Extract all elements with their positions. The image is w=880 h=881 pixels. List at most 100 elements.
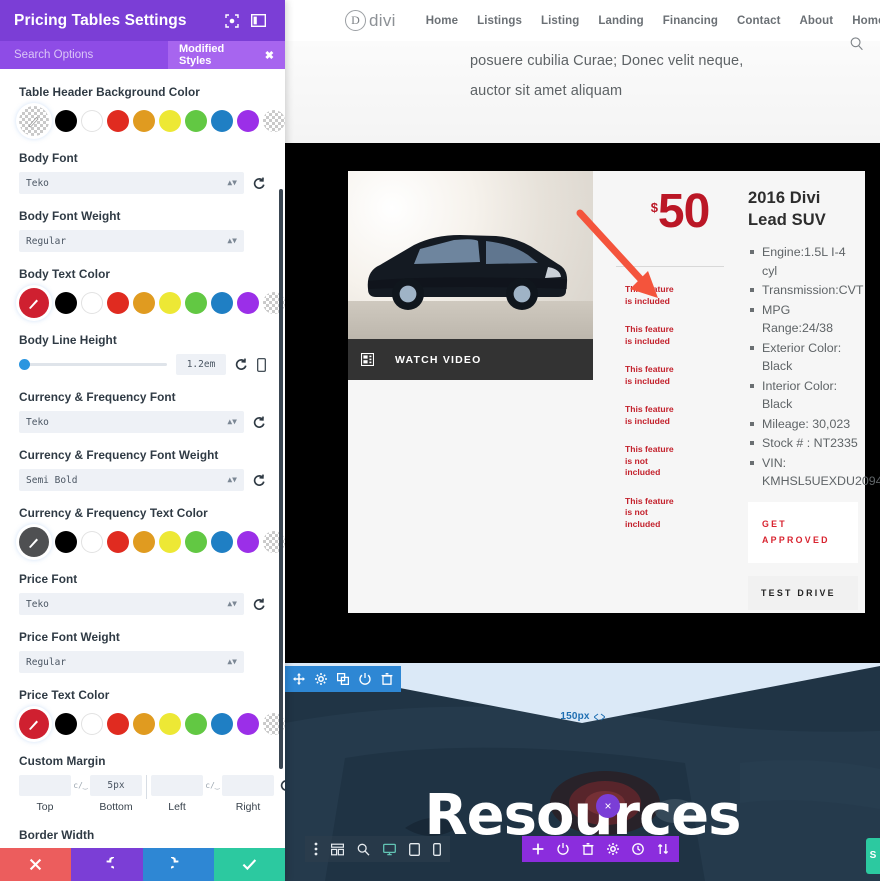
margin-bottom-input[interactable]: 5px [90,775,142,796]
undo-button[interactable] [71,848,143,881]
modified-styles-chip[interactable]: Modified Styles ✖ [168,41,285,69]
save-button[interactable] [213,848,285,881]
nav-item-contact[interactable]: Contact [737,15,781,27]
panel-scrollbar[interactable] [279,189,283,769]
link-values-icon[interactable]: c/‿ [71,775,90,796]
panel-footer[interactable] [0,848,285,881]
swatch-red[interactable] [107,110,129,132]
nav-item-financing[interactable]: Financing [663,15,718,27]
swatch-black[interactable] [55,531,77,553]
swatch-blue[interactable] [211,531,233,553]
close-icon[interactable]: ✖ [265,49,274,62]
nav-item-home[interactable]: Home [426,15,458,27]
trash-icon[interactable] [381,673,393,685]
swatch-purple[interactable] [237,531,259,553]
swatch-green[interactable] [185,531,207,553]
module-toolbar[interactable] [522,836,679,862]
swatch-purple[interactable] [237,110,259,132]
move-icon[interactable] [293,673,305,685]
duplicate-icon[interactable] [337,673,349,685]
reset-icon[interactable] [235,358,248,371]
swatch-white[interactable] [81,713,103,735]
swatch-orange[interactable] [133,713,155,735]
reset-icon[interactable] [253,474,266,487]
reset-icon[interactable] [280,779,285,792]
tablet-icon[interactable] [409,842,420,856]
color-swatch-row[interactable] [19,709,285,739]
body-line-height-slider[interactable] [19,359,167,370]
link-values-icon[interactable]: c/‿ [203,775,222,796]
margin-left-input[interactable] [151,775,203,796]
swatch-green[interactable] [185,292,207,314]
currency-frequency-font-weight-select[interactable]: Semi Bold ▲▼ [19,469,244,491]
swatch-black[interactable] [55,713,77,735]
gear-icon[interactable] [607,843,619,855]
get-approved-button[interactable]: GET APPROVED [748,501,858,563]
color-swatch-row[interactable] [19,106,285,136]
reset-icon[interactable] [253,598,266,611]
reset-icon[interactable] [253,177,266,190]
nav-item-landing[interactable]: Landing [598,15,643,27]
margin-right-input[interactable] [222,775,274,796]
desktop-icon[interactable] [383,843,396,856]
layout-columns-icon[interactable] [245,14,271,27]
redo-button[interactable] [142,848,214,881]
swatch-yellow[interactable] [159,713,181,735]
swatch-yellow[interactable] [159,531,181,553]
sort-icon[interactable] [657,843,669,855]
swatch-white[interactable] [81,531,103,553]
nav-item-about[interactable]: About [800,15,834,27]
body-font-weight-select[interactable]: Regular ▲▼ [19,230,244,252]
currency-frequency-font-select[interactable]: Teko ▲▼ [19,411,244,433]
swatch-white[interactable] [81,110,103,132]
history-icon[interactable] [632,843,644,855]
swatch-transparent[interactable] [263,110,285,132]
slider-knob[interactable] [19,359,30,370]
swatch-orange[interactable] [133,292,155,314]
body-line-height-value[interactable]: 1.2em [176,354,226,375]
plus-icon[interactable] [532,843,544,855]
color-swatch-row[interactable] [19,527,285,557]
swatch-blue[interactable] [211,713,233,735]
power-icon[interactable] [359,673,371,685]
search-input[interactable] [0,41,168,69]
cancel-button[interactable] [0,848,72,881]
swatch-black[interactable] [55,292,77,314]
nav-item-listing[interactable]: Listing [541,15,579,27]
phone-icon[interactable] [433,842,441,856]
swatch-blue[interactable] [211,292,233,314]
divi-logo[interactable]: D divi [345,10,396,31]
trash-icon[interactable] [582,843,594,855]
body-font-select[interactable]: Teko ▲▼ [19,172,244,194]
view-mode-toolbar[interactable] [305,836,450,862]
gear-icon[interactable] [315,673,327,685]
swatch-selected-grey[interactable] [19,527,49,557]
target-icon[interactable] [219,13,245,28]
swatch-red[interactable] [107,713,129,735]
wireframe-icon[interactable] [331,843,344,856]
swatch-blue[interactable] [211,110,233,132]
swatch-purple[interactable] [237,713,259,735]
swatch-selected-red[interactable] [19,709,49,739]
swatch-selected-red[interactable] [19,288,49,318]
swatch-orange[interactable] [133,110,155,132]
swatch-red[interactable] [107,531,129,553]
reset-icon[interactable] [253,416,266,429]
nav-item-listings[interactable]: Listings [477,15,522,27]
test-drive-button[interactable]: TEST DRIVE [748,575,858,610]
swatch-selected-transparent[interactable] [19,106,49,136]
power-icon[interactable] [557,843,569,855]
color-swatch-row[interactable] [19,288,285,318]
swatch-green[interactable] [185,713,207,735]
swatch-purple[interactable] [237,292,259,314]
section-toolbar[interactable] [285,666,401,692]
price-font-weight-select[interactable]: Regular ▲▼ [19,651,244,673]
swatch-white[interactable] [81,292,103,314]
price-font-select[interactable]: Teko ▲▼ [19,593,244,615]
swatch-black[interactable] [55,110,77,132]
swatch-red[interactable] [107,292,129,314]
close-icon[interactable]: × [596,794,620,818]
swatch-yellow[interactable] [159,292,181,314]
swatch-green[interactable] [185,110,207,132]
watch-video-bar[interactable]: WATCH VIDEO [348,339,593,380]
